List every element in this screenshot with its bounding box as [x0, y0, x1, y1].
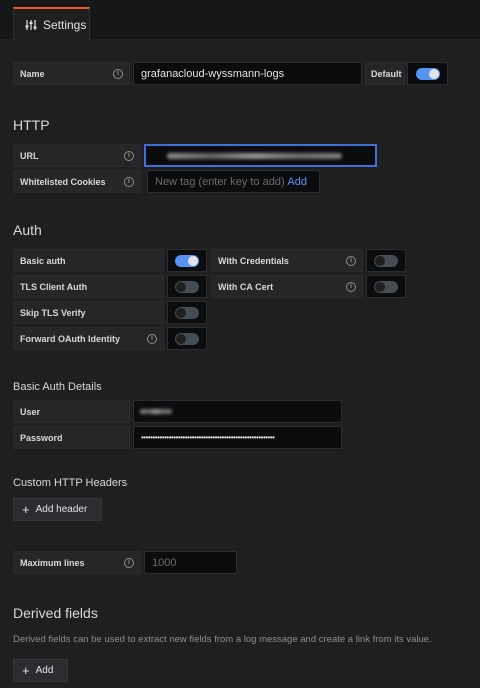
redacted-url — [167, 153, 342, 159]
url-label-text: URL — [20, 150, 39, 161]
tls-client-auth-toggle[interactable] — [167, 275, 207, 298]
forward-oauth-label-text: Forward OAuth Identity — [20, 333, 120, 344]
tab-settings[interactable]: Settings — [13, 7, 90, 40]
basic-auth-label-text: Basic auth — [20, 255, 66, 266]
info-icon: i — [346, 255, 356, 266]
default-switch — [415, 67, 440, 80]
name-value: grafanacloud-wyssmann-logs — [141, 67, 285, 80]
max-lines-input[interactable]: 1000 — [144, 551, 237, 574]
password-mask: ••••••••••••••••••••••••••••••••••••••••… — [141, 433, 275, 442]
name-label-text: Name — [20, 68, 45, 79]
auth-heading: Auth — [13, 222, 42, 238]
with-credentials-label: With Credentials i — [211, 249, 363, 272]
default-label-text: Default — [371, 68, 402, 79]
settings-panel — [0, 40, 480, 688]
with-ca-cert-toggle[interactable] — [366, 275, 406, 298]
max-lines-label-text: Maximum lines — [20, 557, 85, 568]
tls-client-auth-label: TLS Client Auth — [13, 275, 164, 298]
plus-icon: + — [22, 502, 30, 517]
info-icon: i — [113, 68, 123, 79]
tls-client-auth-label-text: TLS Client Auth — [20, 281, 88, 292]
with-ca-cert-switch — [374, 280, 398, 293]
info-icon: i — [124, 557, 134, 568]
add-derived-field-label: Add — [35, 665, 54, 676]
cookies-label: Whitelisted Cookies i — [13, 170, 141, 193]
with-credentials-switch — [374, 254, 398, 267]
add-header-button[interactable]: + Add header — [13, 498, 102, 521]
info-icon: i — [124, 176, 134, 187]
cookies-placeholder: New tag (enter key to add) — [155, 175, 285, 188]
tls-client-auth-switch — [175, 280, 199, 293]
add-derived-field-button[interactable]: + Add — [13, 659, 68, 682]
user-label: User — [13, 400, 130, 423]
redacted-user — [140, 409, 172, 414]
password-label-text: Password — [20, 432, 63, 443]
with-credentials-toggle[interactable] — [366, 249, 406, 272]
forward-oauth-toggle[interactable] — [167, 327, 207, 350]
cookies-tag-input[interactable]: New tag (enter key to add) Add — [147, 170, 320, 193]
sliders-icon — [25, 19, 37, 30]
info-icon: i — [124, 150, 134, 161]
default-toggle[interactable] — [407, 62, 448, 85]
add-tag-button[interactable]: Add — [287, 176, 307, 188]
default-label: Default — [365, 62, 405, 85]
max-lines-label: Maximum lines i — [13, 551, 141, 574]
max-lines-placeholder: 1000 — [152, 556, 177, 569]
skip-tls-verify-label: Skip TLS Verify — [13, 301, 164, 324]
with-ca-cert-label-text: With CA Cert — [218, 281, 274, 292]
password-input[interactable]: ••••••••••••••••••••••••••••••••••••••••… — [133, 426, 342, 449]
tab-settings-label: Settings — [43, 17, 87, 32]
password-label: Password — [13, 426, 130, 449]
name-label: Name i — [13, 62, 130, 85]
basic-auth-details-heading: Basic Auth Details — [13, 381, 102, 393]
with-ca-cert-label: With CA Cert i — [211, 275, 363, 298]
derived-fields-heading: Derived fields — [13, 605, 98, 621]
plus-icon: + — [22, 663, 30, 678]
http-heading: HTTP — [13, 117, 50, 133]
url-input[interactable] — [144, 144, 377, 167]
user-input[interactable] — [133, 400, 342, 423]
add-header-label: Add header — [35, 504, 88, 515]
name-input[interactable]: grafanacloud-wyssmann-logs — [133, 62, 362, 85]
forward-oauth-label: Forward OAuth Identity i — [13, 327, 164, 350]
cookies-label-text: Whitelisted Cookies — [20, 176, 106, 187]
user-label-text: User — [20, 406, 41, 417]
skip-tls-verify-switch — [175, 306, 199, 319]
skip-tls-verify-label-text: Skip TLS Verify — [20, 307, 86, 318]
info-icon: i — [147, 333, 157, 344]
with-credentials-label-text: With Credentials — [218, 255, 289, 266]
skip-tls-verify-toggle[interactable] — [167, 301, 207, 324]
tab-bar: Settings — [0, 0, 480, 40]
basic-auth-label: Basic auth — [13, 249, 164, 272]
basic-auth-toggle[interactable] — [167, 249, 207, 272]
custom-headers-heading: Custom HTTP Headers — [13, 477, 128, 489]
derived-fields-description: Derived fields can be used to extract ne… — [13, 634, 432, 645]
info-icon: i — [346, 281, 356, 292]
forward-oauth-switch — [175, 332, 199, 345]
url-label: URL i — [13, 144, 141, 167]
basic-auth-switch — [175, 254, 199, 267]
